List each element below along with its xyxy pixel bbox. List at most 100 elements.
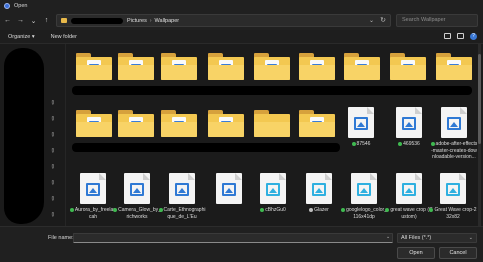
redacted-path bbox=[71, 17, 123, 24]
image-file-icon bbox=[260, 173, 286, 204]
cancel-button[interactable]: Cancel bbox=[439, 247, 477, 259]
folder-item[interactable] bbox=[118, 53, 154, 80]
image-file-icon bbox=[351, 173, 377, 204]
breadcrumb-pictures[interactable]: Pictures bbox=[127, 18, 147, 24]
pin-icon: ✎ bbox=[48, 99, 56, 108]
address-bar[interactable]: Pictures › Wallpaper ⌄ ↻ bbox=[56, 14, 391, 27]
image-file[interactable]: Carte_Ethnographique_de_L'Eu bbox=[158, 173, 206, 220]
folder-item[interactable] bbox=[299, 53, 335, 80]
folder-item[interactable] bbox=[76, 110, 112, 137]
help-icon[interactable]: ? bbox=[470, 33, 477, 40]
search-input[interactable]: Search Wallpaper bbox=[396, 14, 478, 27]
image-file[interactable] bbox=[205, 173, 253, 204]
image-file[interactable]: Glazer bbox=[295, 173, 343, 214]
pin-icon: ✎ bbox=[48, 163, 56, 172]
sync-status-icon bbox=[309, 207, 314, 212]
sync-status-icon bbox=[385, 207, 390, 212]
folder-item[interactable] bbox=[161, 53, 197, 80]
redacted-names bbox=[72, 86, 472, 95]
forward-button[interactable]: → bbox=[15, 15, 26, 27]
file-name: googlelogo_color_116x41dp bbox=[346, 207, 387, 220]
chevron-down-icon: ⌄ bbox=[30, 17, 37, 25]
folder-item[interactable] bbox=[344, 53, 380, 80]
image-file[interactable]: great wave crop (Custom) bbox=[385, 173, 433, 220]
breadcrumb-wallpaper[interactable]: Wallpaper bbox=[155, 18, 180, 24]
sync-status-icon bbox=[398, 141, 403, 146]
scrollbar-thumb[interactable] bbox=[478, 54, 481, 144]
command-bar: Organize ▾ New folder ? bbox=[0, 30, 483, 44]
address-dropdown-icon[interactable]: ⌄ bbox=[369, 17, 374, 24]
file-name: cBhzGu0 bbox=[265, 207, 286, 213]
image-file-icon bbox=[169, 173, 195, 204]
chevron-down-icon[interactable]: ⌄ bbox=[386, 234, 390, 240]
file-view[interactable]: 87546 469536 adobe-after-effects-master-… bbox=[67, 44, 477, 226]
new-folder-button[interactable]: New folder bbox=[51, 34, 77, 40]
pin-icon: ✎ bbox=[48, 115, 56, 124]
folder-item[interactable] bbox=[390, 53, 426, 80]
image-file[interactable]: adobe-after-effects-master-creates-downl… bbox=[430, 107, 477, 161]
folder-item[interactable] bbox=[76, 53, 112, 80]
arrow-right-icon: → bbox=[17, 17, 24, 24]
redacted-names bbox=[72, 143, 340, 152]
file-name-label: File name: bbox=[48, 235, 74, 241]
view-options-icon[interactable] bbox=[444, 33, 451, 39]
image-file[interactable]: Camera_Glow_by_richworks bbox=[113, 173, 161, 220]
breadcrumb-separator: › bbox=[149, 17, 152, 24]
recent-locations-button[interactable]: ⌄ bbox=[28, 15, 39, 27]
image-file[interactable]: Aurora_by_freelancah bbox=[69, 173, 117, 220]
file-name: Camera_Glow_by_richworks bbox=[118, 207, 161, 220]
pin-icon: ✎ bbox=[48, 131, 56, 140]
folder-icon bbox=[61, 18, 67, 23]
image-file[interactable]: 87546 bbox=[337, 107, 385, 148]
image-file-icon bbox=[124, 173, 150, 204]
image-file-icon bbox=[348, 107, 374, 138]
vertical-scrollbar[interactable] bbox=[478, 44, 481, 226]
folder-item[interactable] bbox=[436, 53, 472, 80]
file-name: Great Wave crop-232x82 bbox=[434, 207, 477, 220]
file-type-value: All Files (*.*) bbox=[401, 235, 432, 241]
image-file-icon bbox=[216, 173, 242, 204]
back-button[interactable]: ← bbox=[2, 15, 13, 27]
file-name: 87546 bbox=[356, 141, 371, 147]
folder-item[interactable] bbox=[208, 110, 244, 137]
organize-button[interactable]: Organize ▾ bbox=[8, 34, 35, 40]
image-file-icon bbox=[396, 173, 422, 204]
chevron-down-icon: ⌄ bbox=[468, 235, 473, 241]
sync-status-icon bbox=[113, 207, 118, 212]
sync-status-icon bbox=[429, 207, 434, 212]
folder-item[interactable] bbox=[118, 110, 154, 137]
folder-item[interactable] bbox=[299, 110, 335, 137]
folder-item[interactable] bbox=[254, 110, 290, 137]
up-button[interactable]: ↑ bbox=[41, 15, 52, 27]
folder-item[interactable] bbox=[161, 110, 197, 137]
image-file[interactable]: Great Wave crop-232x82 bbox=[429, 173, 477, 220]
image-file-icon bbox=[80, 173, 106, 204]
redacted-sidebar bbox=[4, 48, 44, 224]
image-file-icon bbox=[440, 173, 466, 204]
pin-icon: ✎ bbox=[48, 211, 56, 220]
arrow-left-icon: ← bbox=[4, 17, 11, 24]
app-icon bbox=[4, 2, 10, 9]
refresh-icon[interactable]: ↻ bbox=[380, 16, 386, 24]
open-button[interactable]: Open bbox=[397, 247, 435, 259]
folder-item[interactable] bbox=[208, 53, 244, 80]
pin-icon: ✎ bbox=[48, 147, 56, 156]
file-name: 469536 bbox=[403, 141, 420, 147]
pin-icon: ✎ bbox=[48, 179, 56, 188]
title-bar: Open bbox=[0, 0, 483, 11]
file-type-select[interactable]: All Files (*.*) ⌄ bbox=[397, 233, 477, 243]
navigation-bar: ← → ⌄ ↑ Pictures › Wallpaper ⌄ ↻ Search … bbox=[0, 11, 483, 30]
image-file[interactable]: cBhzGu0 bbox=[249, 173, 297, 214]
sync-status-icon bbox=[260, 207, 265, 212]
image-file[interactable]: 469536 bbox=[385, 107, 433, 148]
folder-item[interactable] bbox=[254, 53, 290, 80]
file-name: great wave crop (Custom) bbox=[390, 207, 433, 220]
file-name-input[interactable] bbox=[73, 233, 393, 243]
sync-status-icon bbox=[341, 207, 346, 212]
preview-pane-icon[interactable] bbox=[457, 33, 464, 39]
image-file[interactable]: googlelogo_color_116x41dp bbox=[340, 173, 388, 220]
navigation-pane[interactable]: ✎ ✎ ✎ ✎ ✎ ✎ ✎ ✎ bbox=[0, 44, 66, 226]
pin-icon: ✎ bbox=[48, 195, 56, 204]
file-name: Glazer bbox=[314, 207, 329, 213]
sync-status-icon bbox=[351, 141, 356, 146]
